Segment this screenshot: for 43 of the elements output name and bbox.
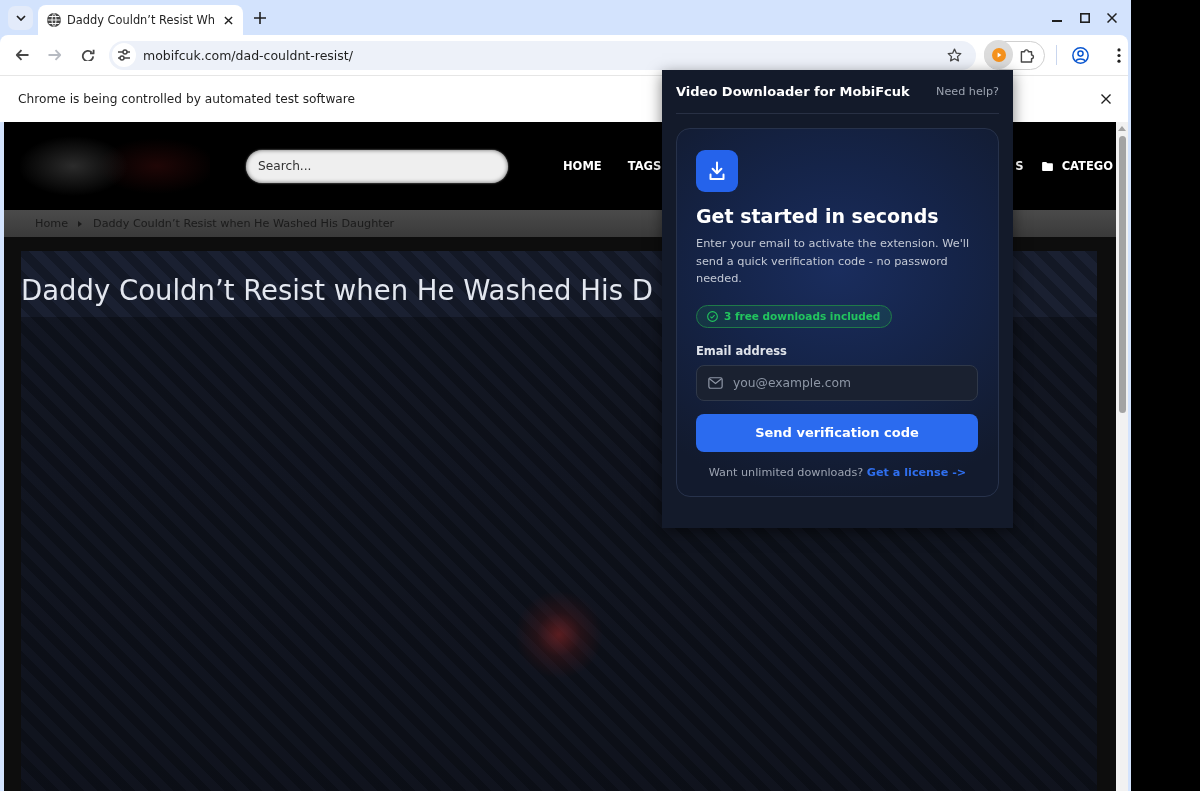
page-title: Daddy Couldn’t Resist when He Washed His D <box>21 273 653 307</box>
puzzle-icon[interactable] <box>1020 47 1035 63</box>
nav-link[interactable]: HOME <box>563 159 602 173</box>
profile-icon[interactable] <box>1072 46 1089 64</box>
download-icon <box>696 150 738 192</box>
maximize-icon[interactable] <box>1080 12 1090 23</box>
nav-link[interactable]: CATEGO <box>1041 159 1113 173</box>
reload-icon[interactable] <box>81 49 95 61</box>
nav-link[interactable]: TAGS <box>627 159 662 173</box>
card-heading: Get started in seconds <box>696 204 939 228</box>
scrollbar-track[interactable] <box>1116 122 1128 791</box>
bookmark-star-icon[interactable] <box>947 47 962 63</box>
license-link[interactable]: Get a license -> <box>866 465 967 479</box>
search-field[interactable]: Search... <box>246 149 508 183</box>
site-info-icon[interactable] <box>112 43 136 67</box>
menu-icon[interactable] <box>1117 47 1121 63</box>
address-bar[interactable]: mobifcuk.com/dad-couldnt-resist/ <box>109 40 976 70</box>
tab-list-button[interactable] <box>8 5 33 30</box>
help-link[interactable]: Need help? <box>936 85 999 98</box>
url-text: mobifcuk.com/dad-couldnt-resist/ <box>143 47 354 63</box>
scrollbar-thumb[interactable] <box>1118 136 1126 413</box>
license-prompt: Want unlimited downloads? Get a license -> <box>708 464 967 481</box>
close-infobar-icon[interactable] <box>1101 94 1111 104</box>
minimize-icon[interactable] <box>1052 19 1062 22</box>
play-icon <box>991 47 1006 62</box>
close-window-icon[interactable] <box>1107 12 1117 23</box>
back-arrow-icon[interactable] <box>15 49 29 61</box>
browser-tab[interactable]: Daddy Couldn’t Resist Wh <box>38 5 243 35</box>
card-description: Enter your email to activate the extension. We'll send a quick verification code - no password needed. <box>696 236 971 287</box>
check-circle-icon <box>707 310 718 322</box>
mail-icon <box>708 376 723 389</box>
chevron-down-icon <box>15 14 26 21</box>
email-field[interactable]: you@example.com <box>696 364 978 401</box>
free-downloads-text: 3 free downloads included <box>724 310 881 322</box>
close-tab-icon[interactable] <box>224 15 233 25</box>
popup-title: Video Downloader for MobiFcuk <box>676 84 910 99</box>
globe-icon <box>47 13 61 27</box>
new-tab-icon[interactable] <box>254 11 266 24</box>
caret-right-icon <box>78 220 83 227</box>
send-code-button[interactable]: Send verification code <box>696 413 978 452</box>
email-label: Email address <box>696 342 787 359</box>
nav-link[interactable]: S <box>1015 159 1024 173</box>
folder-icon <box>1041 161 1053 171</box>
